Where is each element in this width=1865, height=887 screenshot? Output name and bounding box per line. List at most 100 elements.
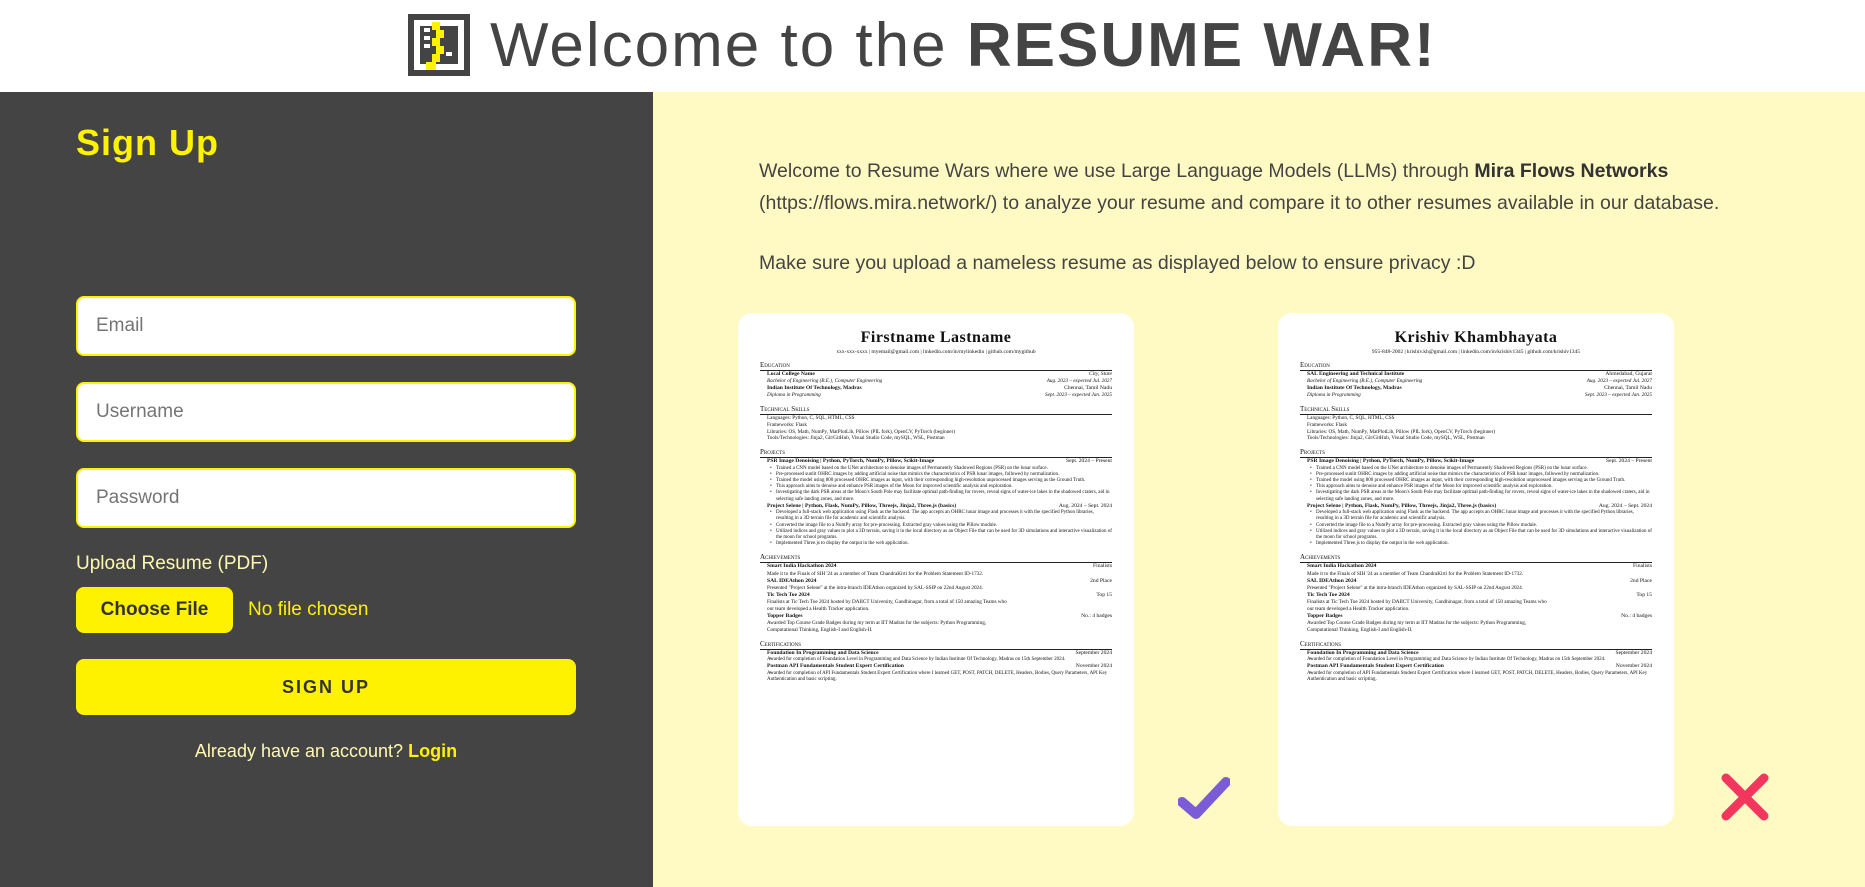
skill-line: Languages: Python, C, SQL, HTML, CSS xyxy=(767,415,855,421)
cross-icon xyxy=(1721,773,1769,821)
resume-row: Project Selene | Python, Flask, NumPy, P… xyxy=(1300,503,1652,510)
checkmark-icon xyxy=(1178,777,1230,819)
resume-name: Krishiv Khambhayata xyxy=(1394,329,1558,346)
ach-desc: our team developed a Health Tracker appl… xyxy=(767,606,870,613)
project-bullet: Utilized indices and gray values to plot… xyxy=(1300,529,1652,541)
resume-section-heading: Certifications xyxy=(1300,640,1652,650)
project-bullet: Implemented Three.js to display the outp… xyxy=(1300,541,1652,547)
ach-row: Topper Badges No.: 4 badges xyxy=(1307,612,1652,619)
signup-title: Sign Up xyxy=(76,122,219,163)
iit-name: Indian Institute Of Technology, Madras xyxy=(1307,385,1402,391)
project-title: PSR Image Denoising | Python, PyTorch, N… xyxy=(1307,458,1475,465)
project-bullet: Developed a full-stack web application u… xyxy=(760,510,1112,522)
skill-line: Libraries: OS, Math, NumPy, MatPlotLib, … xyxy=(767,428,956,435)
resume-sub: Bachelor of Engineering (B.E.), Computer… xyxy=(760,378,1112,385)
sign-up-button[interactable]: SIGN UP xyxy=(76,659,576,715)
password-input[interactable] xyxy=(76,468,576,528)
resume-section-heading: Achievements xyxy=(760,553,1112,564)
ach-desc: Made it to the Finals of SIH '24 as a me… xyxy=(1307,570,1524,577)
project-dates: Aug. 2024 – Sept. 2024 xyxy=(1598,502,1652,509)
username-input[interactable] xyxy=(76,382,576,442)
degree-dates: Aug. 2023 – expected Jul. 2027 xyxy=(1046,378,1112,385)
resume-row: Indian Institute Of Technology, Madras Ch… xyxy=(1300,385,1652,392)
login-prompt: Already have an account? Login xyxy=(76,741,576,762)
resume-sub: Diploma in Programming Sept. 2023 – expec… xyxy=(760,392,1112,399)
login-link[interactable]: Login xyxy=(408,741,457,761)
iit-dates: Sept. 2023 – expected Jan. 2025 xyxy=(1045,392,1112,399)
ach-desc: Made it to the Finals of SIH '24 as a me… xyxy=(767,570,984,577)
skill-line: Tools/Technologies: Jinja2, Git/GitHub, … xyxy=(1307,435,1485,442)
resume-sub: Bachelor of Engineering (B.E.), Computer… xyxy=(1300,378,1652,385)
resume-sub: Diploma in Programming Sept. 2023 – expec… xyxy=(1300,392,1652,399)
resume-preview: Firstname Lastname xxx-xxx-xxxx | myemai… xyxy=(760,329,1112,683)
upload-resume-label: Upload Resume (PDF) xyxy=(76,553,269,574)
resume-contact: 955-848-2002 | krishiv.kh@gmail.com | li… xyxy=(1371,349,1581,355)
resume-section-heading: Technical Skills xyxy=(760,405,1112,415)
ach-row: Tic Tech Toe 2024 Top 15 xyxy=(1307,591,1652,598)
resume-row: Project Selene | Python, Flask, NumPy, P… xyxy=(760,503,1112,510)
resume-section-heading: Achievements xyxy=(1300,553,1652,564)
resume-preview: Krishiv Khambhayata 955-848-2002 | krish… xyxy=(1300,329,1652,683)
header: Welcome to the RESUME WAR! xyxy=(0,0,1865,92)
project-dates: Sept. 2024 – Present xyxy=(1066,458,1112,465)
ach-desc: Awarded Top Course Grade Badges during m… xyxy=(1307,620,1527,627)
resume-row: Indian Institute Of Technology, Madras Ch… xyxy=(760,385,1112,392)
cert-row: Postman API Fundamentals Student Expert … xyxy=(1307,663,1652,670)
skill-line: Frameworks: Flask xyxy=(767,421,807,428)
project-bullet: Investigating the dark PSR areas at the … xyxy=(760,490,1112,502)
project-bullet: Investigating the dark PSR areas at the … xyxy=(1300,490,1652,502)
cert-row: Foundation In Programming and Data Scien… xyxy=(1307,649,1652,656)
project-title: Project Selene | Python, Flask, NumPy, P… xyxy=(767,502,957,509)
ach-desc: Presented "Project Selene" at the intra-… xyxy=(767,585,984,592)
iit-degree: Diploma in Programming xyxy=(1307,392,1361,399)
no-file-chosen-text: No file chosen xyxy=(248,599,369,620)
iit-location: Chennai, Tamil Nadu xyxy=(1604,385,1652,391)
choose-file-button[interactable]: Choose File xyxy=(76,587,233,633)
iit-dates: Sept. 2023 – expected Jan. 2025 xyxy=(1585,392,1652,399)
skill-line: Languages: Python, C, SQL, HTML, CSS xyxy=(1307,415,1395,421)
ach-row: Smart India Hackathon 2024 Finalists xyxy=(1307,563,1652,570)
ach-row: Smart India Hackathon 2024 Finalists xyxy=(767,563,1112,570)
email-input[interactable] xyxy=(76,296,576,356)
degree: Bachelor of Engineering (B.E.), Computer… xyxy=(767,378,883,385)
resume-section-heading: Education xyxy=(1300,361,1652,371)
resume-section-heading: Certifications xyxy=(760,640,1112,650)
degree: Bachelor of Engineering (B.E.), Computer… xyxy=(1307,378,1423,385)
iit-degree: Diploma in Programming xyxy=(767,392,821,399)
skill-line: Frameworks: Flask xyxy=(1307,421,1347,428)
ach-desc: Finalists at Tic Tech Toe 2024 hosted by… xyxy=(1307,599,1547,606)
resume-section-heading: Technical Skills xyxy=(1300,405,1652,415)
cert-desc: Awarded for completion of Foundation Lev… xyxy=(760,657,1112,663)
resume-contact: xxx-xxx-xxxx | myemail@gmail.com | linke… xyxy=(836,349,1036,355)
project-bullet: Developed a full-stack web application u… xyxy=(1300,510,1652,522)
intro-text: Welcome to Resume Wars where we use Larg… xyxy=(759,160,1720,214)
cert-desc: Awarded for completion of API Fundamenta… xyxy=(1300,671,1652,683)
resume-section-heading: Projects xyxy=(1300,448,1652,459)
resume-section-heading: Projects xyxy=(760,448,1112,459)
project-bullet: Implemented Three.js to display the outp… xyxy=(760,541,1112,547)
cert-desc: Awarded for completion of Foundation Lev… xyxy=(1300,657,1652,663)
example-resume-good: Firstname Lastname xxx-xxx-xxxx | myemai… xyxy=(738,313,1134,826)
project-bullet: Utilized indices and gray values to plot… xyxy=(760,529,1112,541)
resume-name: Firstname Lastname xyxy=(860,329,1012,346)
college-location: City, State xyxy=(1089,371,1112,377)
ach-desc: Finalists at Tic Tech Toe 2024 hosted by… xyxy=(767,599,1007,606)
ach-desc: Computational Thinking, English-I and En… xyxy=(1307,627,1413,634)
cert-row: Postman API Fundamentals Student Expert … xyxy=(767,663,1112,670)
resume-section-heading: Education xyxy=(760,361,1112,371)
cert-desc: Awarded for completion of API Fundamenta… xyxy=(760,671,1112,683)
ach-row: SAL IDEAthon 2024 2nd Place xyxy=(1307,577,1652,584)
resume-document-icon xyxy=(408,14,470,76)
skill-line: Tools/Technologies: Jinja2, Git/GitHub, … xyxy=(767,435,945,442)
degree-dates: Aug. 2023 – expected Jul. 2027 xyxy=(1586,378,1652,385)
iit-name: Indian Institute Of Technology, Madras xyxy=(767,385,862,391)
resume-row: PSR Image Denoising | Python, PyTorch, N… xyxy=(760,458,1112,465)
resume-row: PSR Image Denoising | Python, PyTorch, N… xyxy=(1300,458,1652,465)
ach-row: SAL IDEAthon 2024 2nd Place xyxy=(767,577,1112,584)
ach-desc: Awarded Top Course Grade Badges during m… xyxy=(767,620,987,627)
project-dates: Aug. 2024 – Sept. 2024 xyxy=(1058,502,1112,509)
ach-row: Topper Badges No.: 4 badges xyxy=(767,612,1112,619)
login-prompt-text: Already have an account? xyxy=(194,741,404,761)
college-location: Ahmedabad, Gujarat xyxy=(1605,371,1652,377)
iit-location: Chennai, Tamil Nadu xyxy=(1064,385,1112,391)
